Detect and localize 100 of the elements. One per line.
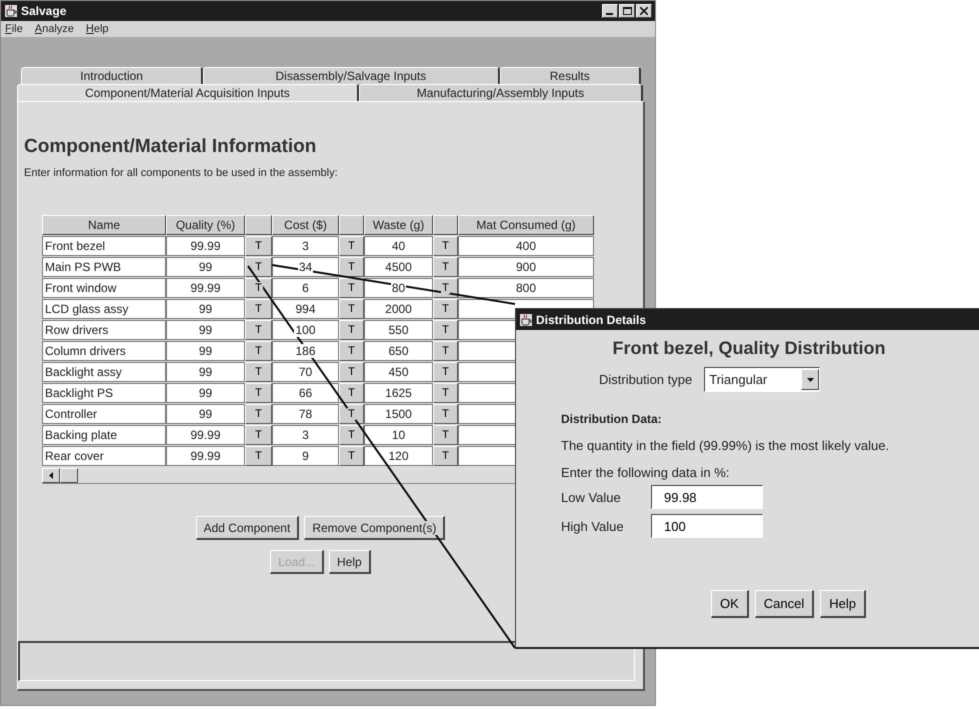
distribution-button[interactable]: T bbox=[245, 341, 272, 361]
distribution-button[interactable]: T bbox=[339, 236, 364, 256]
close-icon bbox=[640, 7, 648, 15]
distribution-type-select[interactable]: Triangular bbox=[704, 367, 820, 392]
distribution-button[interactable]: T bbox=[339, 320, 364, 340]
push-button[interactable]: Add Component bbox=[196, 516, 300, 540]
distribution-button[interactable]: T bbox=[339, 299, 364, 319]
table-cell: 99.99 bbox=[166, 446, 245, 466]
table-cell: 80 bbox=[364, 278, 433, 298]
table-cell: 99 bbox=[166, 404, 245, 424]
table-cell: 4500 bbox=[364, 257, 433, 277]
tab[interactable]: Results bbox=[500, 67, 642, 84]
menu-item[interactable]: Analyze bbox=[34, 23, 74, 35]
close-button[interactable] bbox=[636, 4, 652, 18]
table-cell: Backing plate bbox=[42, 425, 166, 445]
table-cell: 450 bbox=[364, 362, 433, 382]
distribution-button[interactable]: T bbox=[339, 341, 364, 361]
table-cell: 99 bbox=[166, 320, 245, 340]
distribution-button[interactable]: T bbox=[433, 446, 458, 466]
distribution-button[interactable]: T bbox=[433, 320, 458, 340]
menu-item[interactable]: File bbox=[5, 23, 23, 35]
maximize-button[interactable] bbox=[619, 4, 635, 18]
distribution-button[interactable]: T bbox=[245, 299, 272, 319]
tab[interactable]: Disassembly/Salvage Inputs bbox=[203, 67, 500, 84]
distribution-button[interactable]: T bbox=[433, 257, 458, 277]
table-cell: Row drivers bbox=[42, 320, 166, 340]
table-cell: 78 bbox=[272, 404, 339, 424]
table-cell: 3 bbox=[272, 236, 339, 256]
push-button[interactable]: Help bbox=[329, 550, 371, 574]
coffee-cup-icon bbox=[4, 4, 18, 18]
minimize-button[interactable] bbox=[602, 4, 618, 18]
menu-item[interactable]: Help bbox=[86, 23, 109, 35]
distribution-button[interactable]: T bbox=[245, 404, 272, 424]
table-cell: Backlight PS bbox=[42, 383, 166, 403]
distribution-button[interactable]: T bbox=[339, 362, 364, 382]
scroll-left-button[interactable] bbox=[42, 468, 60, 483]
table-cell: 99.99 bbox=[166, 236, 245, 256]
table-cell: 34 bbox=[272, 257, 339, 277]
table-cell: 6 bbox=[272, 278, 339, 298]
column-header[interactable]: Cost ($) bbox=[272, 215, 339, 235]
distribution-button[interactable]: T bbox=[433, 341, 458, 361]
table-cell: 1500 bbox=[364, 404, 433, 424]
distribution-button[interactable]: T bbox=[339, 278, 364, 298]
field-label: High Value bbox=[561, 518, 625, 534]
window-title: Salvage bbox=[21, 4, 68, 18]
scroll-thumb[interactable] bbox=[60, 468, 78, 483]
section-label: Distribution Data: bbox=[561, 412, 663, 426]
column-header[interactable]: Quality (%) bbox=[166, 215, 245, 235]
distribution-button[interactable]: T bbox=[245, 236, 272, 256]
table-cell: 550 bbox=[364, 320, 433, 340]
table-cell: 66 bbox=[272, 383, 339, 403]
distribution-button[interactable]: T bbox=[245, 320, 272, 340]
column-header bbox=[245, 215, 272, 235]
input-field[interactable]: 100 bbox=[651, 514, 763, 538]
table-cell: Rear cover bbox=[42, 446, 166, 466]
dropdown-arrow-icon bbox=[806, 376, 814, 383]
table-cell: 99 bbox=[166, 341, 245, 361]
distribution-button[interactable]: T bbox=[339, 446, 364, 466]
distribution-button[interactable]: T bbox=[245, 278, 272, 298]
column-header[interactable]: Mat Consumed (g) bbox=[458, 215, 594, 235]
table-cell: 400 bbox=[458, 236, 594, 256]
distribution-button[interactable]: T bbox=[245, 362, 272, 382]
table-cell: 650 bbox=[364, 341, 433, 361]
tab[interactable]: Manufacturing/Assembly Inputs bbox=[358, 84, 643, 101]
table-cell: 994 bbox=[272, 299, 339, 319]
tab[interactable]: Component/Material Acquisition Inputs bbox=[17, 84, 359, 101]
column-header[interactable]: Waste (g) bbox=[364, 215, 433, 235]
distribution-button[interactable]: T bbox=[339, 257, 364, 277]
table-cell: LCD glass assy bbox=[42, 299, 166, 319]
distribution-button[interactable]: T bbox=[433, 383, 458, 403]
distribution-button[interactable]: T bbox=[433, 362, 458, 382]
distribution-button[interactable]: T bbox=[433, 299, 458, 319]
table-cell: 100 bbox=[272, 320, 339, 340]
field-label: Low Value bbox=[561, 490, 622, 504]
dialog-button[interactable]: Help bbox=[820, 590, 866, 618]
table-cell: Front bezel bbox=[42, 236, 166, 256]
distribution-button[interactable]: T bbox=[245, 257, 272, 277]
distribution-button[interactable]: T bbox=[433, 404, 458, 424]
push-button[interactable]: Remove Component(s) bbox=[304, 516, 446, 540]
dialog-button[interactable]: Cancel bbox=[754, 590, 814, 618]
input-field[interactable]: 99.98 bbox=[651, 485, 763, 509]
distribution-button[interactable]: T bbox=[339, 383, 364, 403]
distribution-button[interactable]: T bbox=[245, 425, 272, 445]
column-header[interactable]: Name bbox=[42, 215, 166, 235]
distribution-button[interactable]: T bbox=[433, 236, 458, 256]
tab[interactable]: Introduction bbox=[21, 67, 204, 84]
distribution-button[interactable]: T bbox=[433, 278, 458, 298]
distribution-button[interactable]: T bbox=[433, 425, 458, 445]
table-cell: 2000 bbox=[364, 299, 433, 319]
table-cell: 99 bbox=[166, 299, 245, 319]
table-cell: 186 bbox=[272, 341, 339, 361]
dialog-button[interactable]: OK bbox=[711, 590, 749, 618]
distribution-button[interactable]: T bbox=[339, 425, 364, 445]
column-header bbox=[433, 215, 458, 235]
table-cell: Backlight assy bbox=[42, 362, 166, 382]
distribution-button[interactable]: T bbox=[245, 383, 272, 403]
distribution-button[interactable]: T bbox=[339, 404, 364, 424]
table-cell: 70 bbox=[272, 362, 339, 382]
distribution-button[interactable]: T bbox=[245, 446, 272, 466]
left-arrow-icon bbox=[48, 472, 54, 479]
